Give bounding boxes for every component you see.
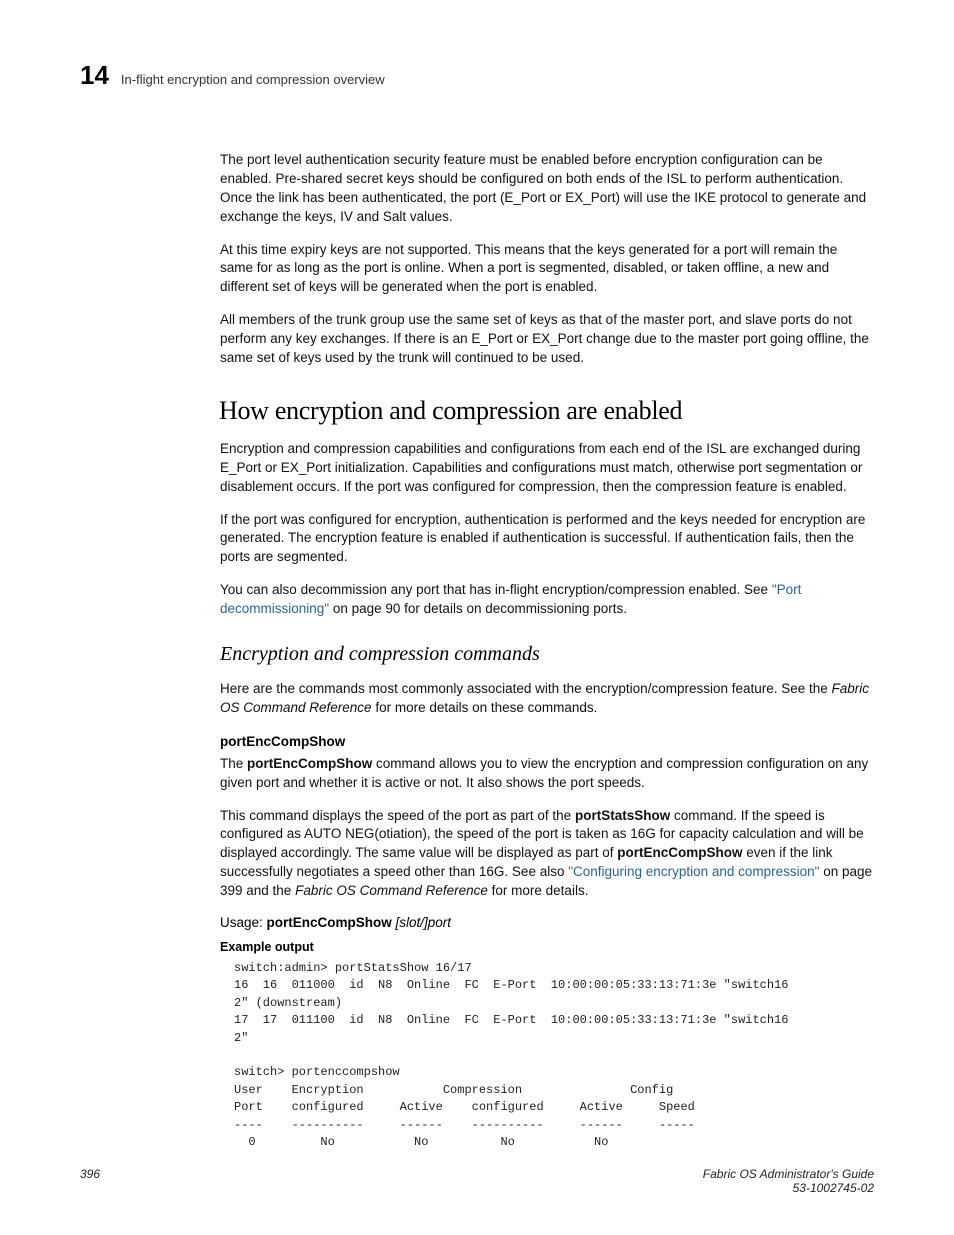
command-name: portEncCompShow [247,756,372,771]
guide-title: Fabric OS Administrator's Guide [703,1167,874,1181]
body-paragraph: The port level authentication security f… [220,151,874,227]
text-run: for more details on these commands. [372,700,598,715]
page-content: The port level authentication security f… [220,151,874,1151]
header-title: In-flight encryption and compression ove… [121,72,385,87]
section-heading: How encryption and compression are enabl… [219,396,874,426]
command-heading: portEncCompShow [220,734,874,749]
body-paragraph: The portEncCompShow command allows you t… [220,755,874,793]
page-header: 14 In-flight encryption and compression … [80,60,874,91]
text-run: The [220,756,247,771]
body-paragraph: Encryption and compression capabilities … [220,440,874,497]
command-name: portEncCompShow [617,845,742,860]
code-block: switch:admin> portStatsShow 16/17 16 16 … [234,960,874,1151]
document-number: 53-1002745-02 [703,1181,874,1195]
text-run: on page 90 for details on decommissionin… [329,601,627,616]
usage-line: Usage: portEncCompShow [slot/]port [220,915,874,930]
chapter-number: 14 [80,60,109,91]
page-number: 396 [80,1167,100,1195]
body-paragraph: You can also decommission any port that … [220,581,874,619]
subsection-heading: Encryption and compression commands [220,643,874,666]
cross-reference-link[interactable]: "Configuring encryption and compression" [568,864,819,879]
book-reference: Fabric OS Command Reference [295,883,488,898]
body-paragraph: This command displays the speed of the p… [220,807,874,901]
usage-label: Usage: [220,915,267,930]
text-run: You can also decommission any port that … [220,582,772,597]
text-run: Here are the commands most commonly asso… [220,681,832,696]
command-name: portEncCompShow [267,915,392,930]
text-run: This command displays the speed of the p… [220,808,575,823]
footer-right: Fabric OS Administrator's Guide 53-10027… [703,1167,874,1195]
text-run: for more details. [488,883,589,898]
example-output-heading: Example output [220,940,874,954]
body-paragraph: All members of the trunk group use the s… [220,311,874,368]
command-name: portStatsShow [575,808,670,823]
body-paragraph: At this time expiry keys are not support… [220,241,874,298]
body-paragraph: If the port was configured for encryptio… [220,511,874,568]
usage-argument: [slot/]port [392,915,451,930]
body-paragraph: Here are the commands most commonly asso… [220,680,874,718]
page-footer: 396 Fabric OS Administrator's Guide 53-1… [80,1167,874,1195]
